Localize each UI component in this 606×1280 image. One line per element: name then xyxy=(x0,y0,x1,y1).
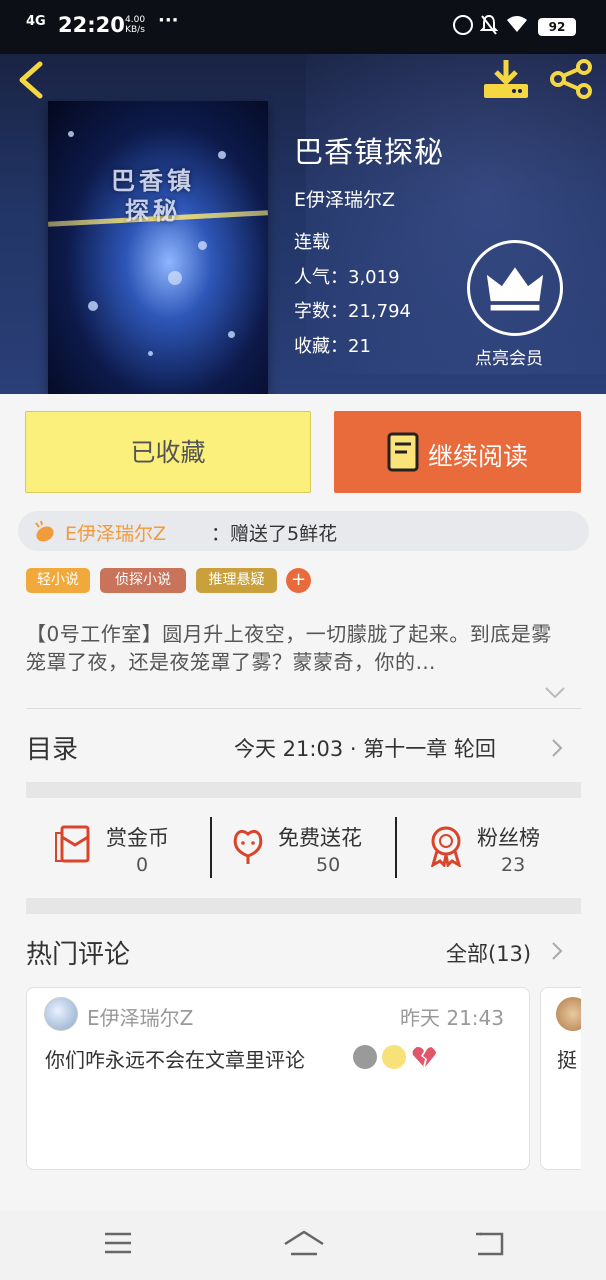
book-title: 巴香镇探秘 xyxy=(294,135,445,169)
neutral-emoji-icon xyxy=(353,1045,377,1069)
system-nav-bar xyxy=(0,1210,606,1280)
comment-time: 昨天 21:43 xyxy=(400,1006,504,1030)
back-nav-icon[interactable] xyxy=(474,1232,504,1256)
medal-icon xyxy=(430,826,462,867)
toc-title[interactable]: 目录 xyxy=(26,729,78,766)
clap-hand-icon xyxy=(35,520,54,542)
book-header: 巴香镇探秘 巴香镇探秘 E伊泽瑞尔Z 连载 人气：3,019 字数：21,794… xyxy=(0,54,606,394)
more-notifications-icon: ··· xyxy=(158,10,179,31)
favorites-stat: 收藏：21 xyxy=(294,332,371,358)
signal-indicator: 4G xyxy=(26,14,46,29)
cover-sparkle xyxy=(228,331,235,338)
mute-bell-icon xyxy=(480,14,498,35)
divider xyxy=(26,708,581,709)
share-button[interactable] xyxy=(548,58,596,100)
reward-coins-label: 赏金币 xyxy=(106,826,169,850)
hot-comments-title: 热门评论 xyxy=(26,940,131,970)
stat-value: 21 xyxy=(348,336,371,357)
add-tag-button[interactable]: + xyxy=(286,568,311,593)
wifi-icon xyxy=(507,16,527,32)
stat-label: 收藏： xyxy=(294,336,348,357)
free-flowers[interactable]: 免费送花 50 xyxy=(212,798,396,898)
fan-rankings-label: 粉丝榜 xyxy=(477,826,540,850)
tag-mystery[interactable]: 推理悬疑 xyxy=(196,568,277,593)
header-glow xyxy=(306,54,606,374)
red-envelope-icon xyxy=(55,825,90,863)
cover-title: 巴香镇探秘 xyxy=(111,167,195,225)
toc-latest-chapter[interactable]: 今天 21:03 · 第十一章 轮回 xyxy=(234,733,496,763)
comment-text: 挺 xyxy=(557,1048,577,1072)
book-description[interactable]: 【0号工作室】圆月升上夜空，一切朦胧了起来。到底是雾笼罩了夜，还是夜笼罩了雾？蒙… xyxy=(26,620,571,676)
support-panel: 赏金币 0 免费送花 50 粉丝榜 23 xyxy=(26,798,581,898)
comment-text: 你们咋永远不会在文章里评论 xyxy=(45,1048,305,1072)
reward-coins[interactable]: 赏金币 0 xyxy=(26,798,212,898)
continue-reading-label: 继续阅读 xyxy=(428,442,529,471)
home-icon[interactable] xyxy=(283,1230,325,1256)
cover-sparkle xyxy=(88,301,98,311)
gift-notice[interactable]: E伊泽瑞尔Z ：赠送了5鲜花 xyxy=(18,511,589,551)
network-speed-value: 4.00 xyxy=(125,15,146,25)
cover-sparkle xyxy=(218,151,226,159)
tag-light-novel[interactable]: 轻小说 xyxy=(26,568,90,593)
free-flowers-value: 50 xyxy=(316,854,341,876)
chevron-right-icon[interactable] xyxy=(551,941,563,961)
smile-emoji-icon xyxy=(382,1045,406,1069)
broken-heart-icon xyxy=(412,1047,437,1067)
vip-label[interactable]: 点亮会员 xyxy=(475,344,543,369)
gift-message: ：赠送了5鲜花 xyxy=(211,523,338,545)
reward-coins-value: 0 xyxy=(136,854,149,876)
network-speed: 4.00 KB/s xyxy=(125,15,145,35)
tag-detective-novel[interactable]: 侦探小说 xyxy=(100,568,186,593)
free-flowers-label: 免费送花 xyxy=(278,826,362,850)
all-comments-link[interactable]: 全部(13) xyxy=(446,938,531,968)
chevron-down-icon[interactable] xyxy=(544,686,566,700)
network-speed-unit: KB/s xyxy=(125,25,145,35)
gift-user[interactable]: E伊泽瑞尔Z xyxy=(65,519,166,546)
download-button[interactable] xyxy=(482,58,530,100)
cover-sparkle xyxy=(68,131,74,137)
menu-icon[interactable] xyxy=(104,1232,132,1254)
cover-sparkle xyxy=(168,271,182,285)
stat-label: 字数： xyxy=(294,301,348,322)
word-count-stat: 字数：21,794 xyxy=(294,297,411,323)
book-cover[interactable]: 巴香镇探秘 xyxy=(48,101,268,394)
page-edge xyxy=(581,985,606,1175)
stat-label: 人气： xyxy=(294,267,348,288)
section-gap xyxy=(26,898,581,914)
back-button[interactable] xyxy=(14,60,50,100)
collected-button[interactable]: 已收藏 xyxy=(25,411,311,493)
section-gap xyxy=(26,782,581,798)
comment-card[interactable]: E伊泽瑞尔Z 昨天 21:43 你们咋永远不会在文章里评论 xyxy=(26,987,530,1170)
stat-value: 21,794 xyxy=(348,301,411,322)
popularity-stat: 人气：3,019 xyxy=(294,263,400,289)
fan-rankings[interactable]: 粉丝榜 23 xyxy=(397,798,581,898)
cover-sparkle xyxy=(148,351,153,356)
stat-value: 3,019 xyxy=(348,267,400,288)
crown-icon[interactable] xyxy=(467,240,563,336)
clock: 22:20 xyxy=(58,13,125,37)
avatar[interactable] xyxy=(44,997,78,1031)
fan-rankings-value: 23 xyxy=(501,854,526,876)
battery-indicator: 92 xyxy=(538,18,576,36)
book-status: 连载 xyxy=(294,232,330,253)
flower-icon xyxy=(233,829,263,864)
status-bar: 4G 22:20 4.00 KB/s ··· 92 xyxy=(0,0,606,54)
book-author[interactable]: E伊泽瑞尔Z xyxy=(294,185,395,212)
chevron-right-icon[interactable] xyxy=(551,738,563,758)
comment-user[interactable]: E伊泽瑞尔Z xyxy=(87,1002,193,1031)
continue-reading-button[interactable]: 继续阅读 xyxy=(334,411,581,493)
alarm-icon xyxy=(453,15,473,35)
book-icon xyxy=(387,432,419,472)
cover-sparkle xyxy=(198,241,207,250)
